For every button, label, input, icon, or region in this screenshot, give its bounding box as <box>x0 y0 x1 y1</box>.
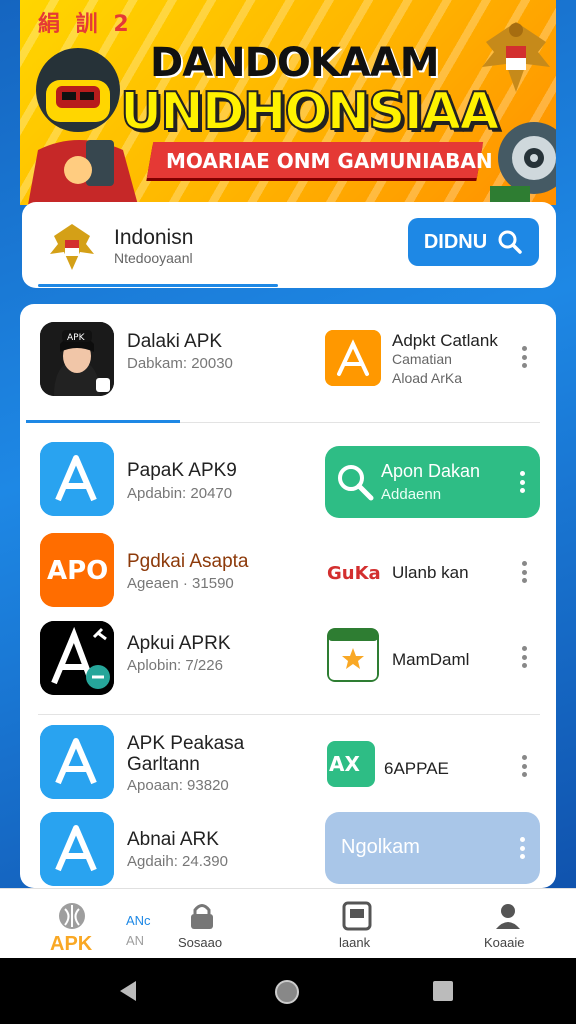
appstore-a-icon <box>325 330 381 386</box>
right-item-icon[interactable]: AX <box>327 741 375 787</box>
person-photo-icon: APK <box>40 322 114 396</box>
list-item-title[interactable]: Dalaki APK <box>127 331 222 353</box>
apo-app-icon: APO <box>40 533 114 607</box>
list-item-title[interactable]: APK Peakasa Garltann <box>127 733 244 775</box>
list-item-meta: Apoaan: 93820 <box>127 777 229 794</box>
list-item-icon[interactable] <box>40 812 114 886</box>
nav-label-anc: ANc <box>126 913 151 928</box>
guka-icon-text: GuKa <box>327 563 381 584</box>
green-calendar-icon <box>327 628 379 682</box>
promo-banner[interactable]: 絹 訓 2 DANDOKAAM UNDHONSIAA MOARIAE ONM G… <box>20 0 556 205</box>
search-tab-indicator <box>38 284 278 287</box>
black-a-app-icon <box>40 621 114 695</box>
lock-icon <box>191 904 213 929</box>
list-item-title[interactable]: Pgdkai Asapta <box>127 551 248 573</box>
search-icon <box>338 465 374 501</box>
search-icon <box>498 230 522 254</box>
list-item-title[interactable]: Abnai ARK <box>127 829 219 851</box>
nav-label-bank: laank <box>339 935 371 950</box>
recents-icon[interactable] <box>432 980 454 1002</box>
list-item-meta: Apdabin: 20470 <box>127 485 233 502</box>
list-item-meta: Agdaih: 24.390 <box>127 853 228 870</box>
more-options-icon[interactable] <box>521 755 527 777</box>
banner-title-line2: UNDHONSIAA <box>119 81 500 143</box>
garuda-eagle-icon <box>482 22 550 92</box>
country-name: Indonisn <box>114 226 194 249</box>
cap-text: APK <box>67 333 86 343</box>
profile-icon <box>496 904 520 929</box>
nav-label-apk: APK <box>50 933 93 955</box>
right-item-icon[interactable]: GuKa <box>325 554 383 590</box>
list-item-title[interactable]: PapaK APK9 <box>127 460 237 482</box>
right-item-icon[interactable] <box>325 330 381 386</box>
nav-tab-bank[interactable]: laank <box>332 889 382 959</box>
right-item-title[interactable]: 6APPAE <box>384 759 449 779</box>
action-card-label: Ngolkam <box>341 836 420 858</box>
nav-label-anc-sub: AN <box>126 933 145 948</box>
search-card-subtitle: Addaenn <box>381 486 442 503</box>
region-search-card: Indonisn Ntedooyaanl DIDNU <box>22 202 556 288</box>
bottom-navigation: APK ANc AN Sosaao laank Koaaie <box>0 888 576 958</box>
country-subtitle: Ntedooyaanl <box>114 250 193 266</box>
back-icon[interactable] <box>118 980 138 1002</box>
right-item-meta: Aload ArKa <box>392 370 463 386</box>
nav-tab-apk[interactable]: APK <box>44 889 104 959</box>
search-button-label: DIDNU <box>423 230 488 253</box>
list-item-meta: Ageaen · 31590 <box>127 575 234 592</box>
garuda-emblem-icon <box>50 224 94 270</box>
action-card[interactable]: Ngolkam <box>325 812 540 884</box>
robot-character-illustration <box>490 122 556 205</box>
search-card-title: Apon Dakan <box>381 461 481 481</box>
list-item-meta: Aplobin: 7/226 <box>127 657 223 674</box>
blue-a-app-icon <box>40 725 114 799</box>
search-app-card[interactable]: Apon Dakan Addaenn <box>325 446 540 518</box>
banner-ribbon-text: MOARIAE ONM GAMUNIABAN <box>166 149 493 173</box>
nav-label-security: Sosaao <box>178 935 223 950</box>
banner-title-line1: DANDOKAAM <box>150 40 440 86</box>
system-navigation-bar <box>0 958 576 1024</box>
blue-a-app-icon <box>40 442 114 516</box>
guka-logo-icon: GuKa <box>325 554 383 590</box>
nav-label-profile: Koaaie <box>484 935 525 950</box>
right-item-icon[interactable] <box>327 628 379 682</box>
tab-indicator <box>26 420 180 423</box>
right-item-title[interactable]: MamDaml <box>392 650 469 670</box>
blue-a-app-icon <box>40 812 114 886</box>
list-item-meta: Dabkam: 20030 <box>127 355 233 372</box>
ax-icon-text: AX <box>329 752 360 776</box>
nav-tab-profile[interactable]: Koaaie <box>480 889 540 959</box>
right-item-line2: Camatian <box>392 351 452 367</box>
banner-corner-text: 絹 訓 2 <box>38 12 133 37</box>
list-item-title[interactable]: Apkui APRK <box>127 633 231 655</box>
nav-tab-security[interactable]: Sosaao <box>172 889 232 959</box>
more-options-icon[interactable] <box>521 561 527 583</box>
list-item-icon[interactable]: APK <box>40 322 114 396</box>
bank-card-icon <box>342 901 372 931</box>
right-item-title[interactable]: Ulanb kan <box>392 563 469 583</box>
apo-icon-text: APO <box>47 556 108 586</box>
more-options-icon[interactable] <box>519 837 525 859</box>
more-options-icon[interactable] <box>519 471 525 493</box>
more-options-icon[interactable] <box>521 346 527 368</box>
nav-tab-anc[interactable]: ANc AN <box>118 889 158 959</box>
list-item-icon[interactable] <box>40 621 114 695</box>
right-item-title[interactable]: Adpkt Catlank <box>392 331 498 351</box>
search-button[interactable]: DIDNU <box>408 218 539 266</box>
row-divider <box>38 714 540 715</box>
list-item-icon[interactable] <box>40 442 114 516</box>
apk-globe-icon <box>59 903 85 929</box>
list-item-icon[interactable] <box>40 725 114 799</box>
more-options-icon[interactable] <box>521 646 527 668</box>
ax-app-icon: AX <box>327 741 375 787</box>
list-item-icon[interactable]: APO <box>40 533 114 607</box>
home-icon[interactable] <box>273 978 301 1006</box>
